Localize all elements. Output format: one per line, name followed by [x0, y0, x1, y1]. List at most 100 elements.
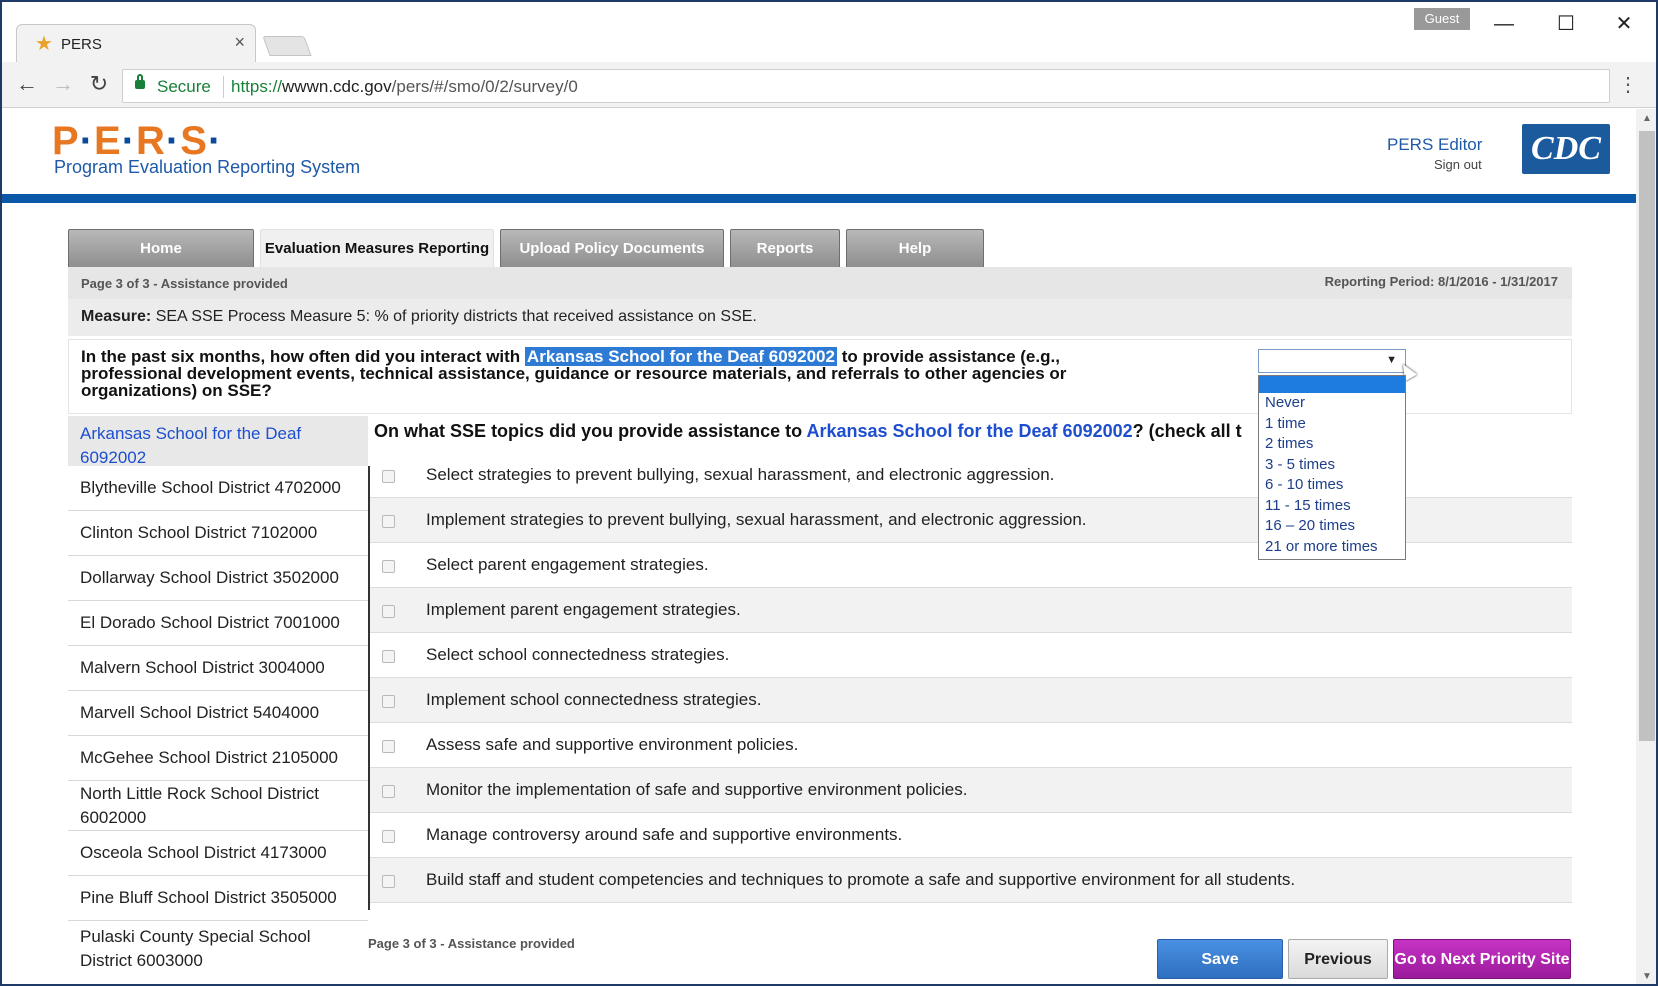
reload-icon[interactable]: ↻	[84, 69, 114, 99]
topic-label: Manage controversy around safe and suppo…	[426, 825, 903, 844]
new-tab-button[interactable]	[262, 36, 312, 56]
topic-checkbox[interactable]	[382, 695, 395, 708]
topic-label: Build staff and student competencies and…	[426, 870, 1296, 889]
save-button[interactable]: Save	[1157, 939, 1283, 979]
footer-page-indicator: Page 3 of 3 - Assistance provided	[368, 936, 575, 951]
dropdown-option[interactable]: 3 - 5 times	[1259, 455, 1405, 476]
tab-title: PERS	[61, 36, 102, 53]
cdc-logo[interactable]: CDC	[1522, 124, 1610, 174]
browser-toolbar: ← → ↻ Secure https://wwwn.cdc.gov/pers/#…	[2, 62, 1656, 108]
topics-heading: On what SSE topics did you provide assis…	[374, 421, 1242, 441]
page-subbar: Page 3 of 3 - Assistance provided Report…	[68, 267, 1572, 299]
user-name: PERS Editor	[1387, 135, 1483, 154]
site-list-item[interactable]: El Dorado School District 7001000	[68, 601, 368, 646]
tab-strip: ★ PERS × Guest — ☐ ✕	[2, 2, 1656, 62]
tab-close-icon[interactable]: ×	[234, 33, 245, 51]
topic-label: Assess safe and supportive environment p…	[426, 735, 799, 754]
topic-checkbox[interactable]	[382, 605, 395, 618]
site-list-item[interactable]: Dollarway School District 3502000	[68, 556, 368, 601]
previous-button[interactable]: Previous	[1288, 939, 1388, 979]
dropdown-option[interactable]: 11 - 15 times	[1259, 496, 1405, 517]
dropdown-option[interactable]: Never	[1259, 393, 1405, 414]
lock-icon	[135, 74, 145, 89]
dropdown-option[interactable]: 2 times	[1259, 434, 1405, 455]
site-list-item[interactable]: Pine Bluff School District 3505000	[68, 876, 368, 921]
topic-label: Implement school connectedness strategie…	[426, 690, 762, 709]
selected-site[interactable]: Arkansas School for the Deaf 6092002	[68, 416, 368, 467]
topic-label: Select strategies to prevent bullying, s…	[426, 465, 1055, 484]
site-list-item[interactable]: Clinton School District 7102000	[68, 511, 368, 556]
topic-checkbox[interactable]	[382, 785, 395, 798]
browser-window: ★ PERS × Guest — ☐ ✕ ← → ↻ Secure https:…	[0, 0, 1658, 986]
topic-label: Monitor the implementation of safe and s…	[426, 780, 968, 799]
dropdown-option[interactable]: 6 - 10 times	[1259, 475, 1405, 496]
dropdown-option[interactable]: 1 time	[1259, 414, 1405, 435]
secure-label: Secure	[157, 77, 211, 96]
measure-description: Measure: SEA SSE Process Measure 5: % of…	[68, 299, 1572, 336]
topic-row[interactable]: Build staff and student competencies and…	[370, 858, 1572, 903]
header-divider	[2, 194, 1636, 203]
topic-row[interactable]: Manage controversy around safe and suppo…	[370, 813, 1572, 858]
back-arrow-icon[interactable]: ←	[12, 69, 42, 99]
question-text: In the past six months, how often did yo…	[81, 347, 1067, 400]
dropdown-option[interactable]	[1259, 376, 1405, 393]
topic-label: Select school connectedness strategies.	[426, 645, 730, 664]
frequency-dropdown-list: Never 1 time 2 times 3 - 5 times 6 - 10 …	[1258, 375, 1406, 560]
site-list-item[interactable]: Malvern School District 3004000	[68, 646, 368, 691]
tab-evaluation-measures-reporting[interactable]: Evaluation Measures Reporting	[260, 229, 494, 269]
measure-label: Measure:	[81, 308, 152, 325]
chevron-down-icon: ▼	[1386, 354, 1397, 366]
page-viewport: P·E·R·S· Program Evaluation Reporting Sy…	[2, 109, 1636, 984]
topics-heading-site: Arkansas School for the Deaf 6092002	[806, 421, 1133, 441]
scroll-down-icon[interactable]: ▼	[1642, 971, 1652, 982]
topic-label: Select parent engagement strategies.	[426, 555, 709, 574]
maximize-icon[interactable]: ☐	[1546, 10, 1586, 38]
tab-upload-policy-documents[interactable]: Upload Policy Documents	[500, 229, 724, 269]
topic-checkbox[interactable]	[382, 830, 395, 843]
url-text[interactable]: https://wwwn.cdc.gov/pers/#/smo/0/2/surv…	[231, 77, 578, 97]
reporting-period: Reporting Period: 8/1/2016 - 1/31/2017	[1324, 274, 1558, 289]
minimize-icon[interactable]: —	[1484, 10, 1524, 38]
topic-checkbox[interactable]	[382, 740, 395, 753]
topic-row[interactable]: Select school connectedness strategies.	[370, 633, 1572, 678]
scroll-up-icon[interactable]: ▲	[1642, 113, 1652, 124]
topic-label: Implement strategies to prevent bullying…	[426, 510, 1087, 529]
favicon-star-icon: ★	[35, 33, 53, 55]
guest-badge[interactable]: Guest	[1414, 8, 1470, 30]
address-bar[interactable]: Secure https://wwwn.cdc.gov/pers/#/smo/0…	[122, 69, 1610, 103]
topic-checkbox[interactable]	[382, 650, 395, 663]
site-list-item[interactable]: Pulaski County Special School District 6…	[68, 921, 368, 977]
site-list-item[interactable]: Osceola School District 4173000	[68, 831, 368, 876]
tab-reports[interactable]: Reports	[730, 229, 840, 269]
address-separator	[223, 76, 224, 98]
site-list-item[interactable]: Blytheville School District 4702000	[68, 466, 368, 511]
browser-tab[interactable]: ★ PERS ×	[16, 24, 256, 62]
forward-arrow-icon[interactable]: →	[48, 69, 78, 99]
tab-help[interactable]: Help	[846, 229, 984, 269]
logo-subtitle: Program Evaluation Reporting System	[54, 157, 361, 177]
topic-row[interactable]: Assess safe and supportive environment p…	[370, 723, 1572, 768]
topic-row[interactable]: Implement parent engagement strategies.	[370, 588, 1572, 633]
browser-menu-icon[interactable]: ⋮	[1618, 72, 1638, 97]
site-list-item[interactable]: McGehee School District 2105000	[68, 736, 368, 781]
topic-row[interactable]: Implement school connectedness strategie…	[370, 678, 1572, 723]
tab-home[interactable]: Home	[68, 229, 254, 269]
sign-out-link[interactable]: Sign out	[1434, 157, 1482, 172]
dropdown-option[interactable]: 21 or more times	[1259, 537, 1405, 558]
next-priority-site-button[interactable]: Go to Next Priority Site	[1393, 939, 1571, 979]
window-close-icon[interactable]: ✕	[1604, 10, 1644, 38]
topic-checkbox[interactable]	[382, 875, 395, 888]
site-list-item[interactable]: Marvell School District 5404000	[68, 691, 368, 736]
topic-row[interactable]: Monitor the implementation of safe and s…	[370, 768, 1572, 813]
scrollbar-thumb[interactable]	[1639, 131, 1655, 741]
vertical-scrollbar[interactable]: ▲ ▼	[1636, 109, 1656, 984]
frequency-select[interactable]: ▼	[1258, 349, 1406, 373]
topic-checkbox[interactable]	[382, 515, 395, 528]
site-list-item[interactable]: North Little Rock School District 600200…	[68, 781, 368, 831]
page-indicator: Page 3 of 3 - Assistance provided	[81, 276, 288, 291]
topic-checkbox[interactable]	[382, 470, 395, 483]
dropdown-option[interactable]: 16 – 20 times	[1259, 516, 1405, 537]
topic-label: Implement parent engagement strategies.	[426, 600, 741, 619]
topic-checkbox[interactable]	[382, 560, 395, 573]
measure-text: SEA SSE Process Measure 5: % of priority…	[155, 308, 757, 325]
